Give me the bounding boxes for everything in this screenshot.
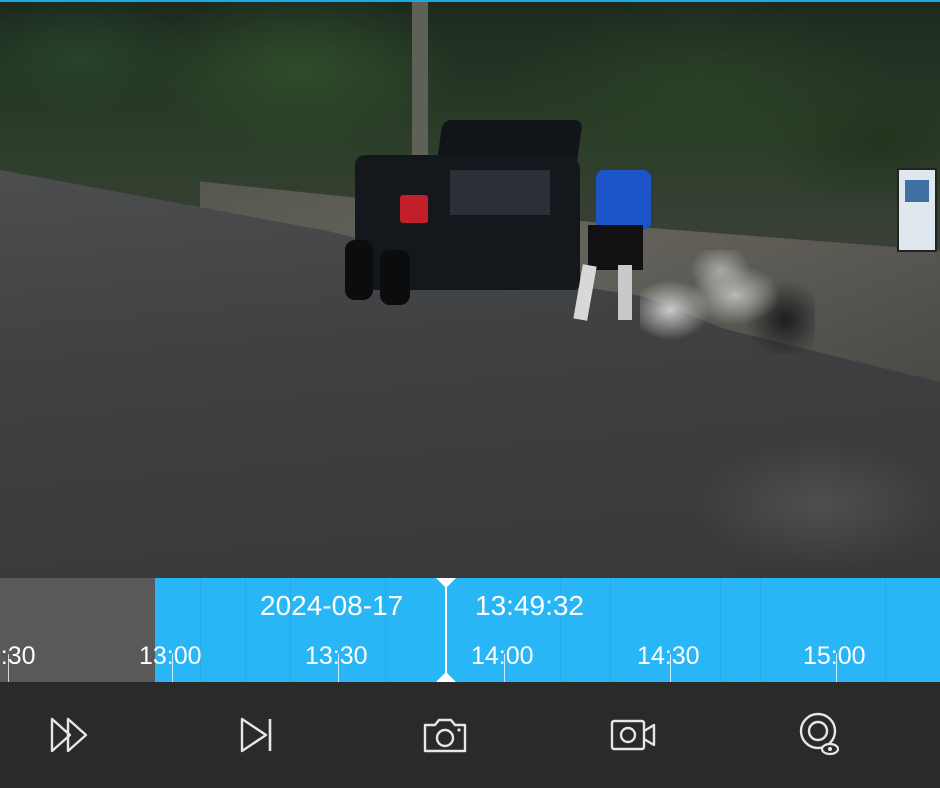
tick-label: 14:00 — [471, 642, 534, 670]
player-controls — [0, 682, 940, 788]
video-camera-icon — [610, 719, 656, 751]
playback-time: 13:49:32 — [475, 590, 584, 621]
timeline-gridline — [885, 578, 886, 682]
person-shorts — [588, 225, 643, 270]
playback-date: 2024-08-17 — [260, 590, 404, 621]
road-puddle — [690, 440, 940, 570]
person — [573, 170, 658, 330]
parked-car — [345, 120, 583, 305]
audio-button[interactable] — [775, 682, 865, 788]
tick-label: 13:00 — [139, 642, 202, 670]
playhead-bottom-marker — [436, 672, 456, 682]
tick-label: 14:30 — [637, 642, 700, 670]
playhead[interactable] — [445, 578, 447, 682]
person-leg — [618, 265, 632, 320]
car-window — [450, 170, 550, 215]
playhead-top-marker — [436, 578, 456, 588]
trash-bags — [640, 250, 815, 355]
top-accent-line — [0, 0, 940, 2]
next-frame-button[interactable] — [213, 682, 303, 788]
car-wheel — [380, 250, 410, 305]
microphone-icon — [799, 712, 840, 756]
skip-next-icon — [240, 717, 272, 753]
fast-forward-icon — [50, 717, 88, 753]
fast-forward-button[interactable] — [25, 682, 115, 788]
playback-timeline[interactable]: 2024-08-17 13:49:32 12:30 13:00 13:30 14… — [0, 578, 940, 682]
timeline-gridline — [610, 578, 611, 682]
video-frame[interactable] — [0, 0, 940, 578]
timeline-gridline — [245, 578, 246, 682]
tick-label: 13:30 — [305, 642, 368, 670]
tick-label: 12:30 — [0, 642, 36, 670]
tick-label: 15:00 — [803, 642, 866, 670]
timeline-gridline — [720, 578, 721, 682]
person-torso — [596, 170, 651, 230]
car-taillight — [400, 195, 428, 223]
snapshot-button[interactable] — [400, 682, 490, 788]
record-button[interactable] — [588, 682, 678, 788]
camera-icon — [423, 718, 467, 753]
roadside-sign — [897, 168, 937, 252]
car-trunk-lid — [437, 120, 583, 160]
car-wheel — [345, 240, 373, 300]
timeline-gridline — [760, 578, 761, 682]
